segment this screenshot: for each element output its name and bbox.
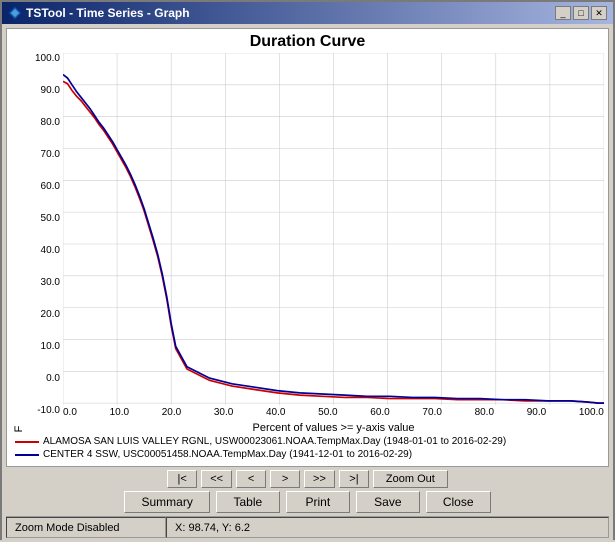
x-tick: 10.0: [110, 407, 129, 421]
x-tick: 70.0: [422, 407, 441, 421]
x-tick: 60.0: [370, 407, 389, 421]
legend-item-2: CENTER 4 SSW, USC00051458.NOAA.TempMax.D…: [15, 449, 600, 460]
y-tick: 40.0: [25, 245, 60, 256]
x-tick: 0.0: [63, 407, 77, 421]
content-area: Duration Curve F 100.0 90.0 80.0 70.0 60.0 50…: [2, 24, 613, 542]
y-tick: -10.0: [25, 405, 60, 416]
y-tick: 60.0: [25, 181, 60, 192]
y-tick: 30.0: [25, 277, 60, 288]
y-tick: 50.0: [25, 213, 60, 224]
title-bar-buttons: _ □ ✕: [555, 6, 607, 20]
maximize-button[interactable]: □: [573, 6, 589, 20]
chart-svg: [63, 53, 604, 405]
y-tick: 90.0: [25, 85, 60, 96]
y-tick: 80.0: [25, 117, 60, 128]
x-tick: 50.0: [318, 407, 337, 421]
close-window-button[interactable]: ✕: [591, 6, 607, 20]
legend-text-2: CENTER 4 SSW, USC00051458.NOAA.TempMax.D…: [43, 449, 412, 460]
action-row: Summary Table Print Save Close: [6, 491, 609, 513]
legend-line-red: [15, 441, 39, 443]
y-tick: 100.0: [25, 53, 60, 64]
status-bar: Zoom Mode Disabled X: 98.74, Y: 6.2: [6, 516, 609, 538]
x-axis-label: Percent of values >= y-axis value: [63, 422, 604, 434]
y-axis-label: F: [11, 53, 25, 434]
legend-text-1: ALAMOSA SAN LUIS VALLEY RGNL, USW0002306…: [43, 436, 506, 447]
x-tick: 20.0: [162, 407, 181, 421]
y-tick: 0.0: [25, 373, 60, 384]
x-tick: 30.0: [214, 407, 233, 421]
legend-item-1: ALAMOSA SAN LUIS VALLEY RGNL, USW0002306…: [15, 436, 600, 447]
graph-svg: [63, 53, 604, 405]
nav-first-button[interactable]: |<: [167, 470, 197, 488]
nav-prev-button[interactable]: <: [236, 470, 266, 488]
summary-button[interactable]: Summary: [124, 491, 209, 513]
y-axis-ticks: 100.0 90.0 80.0 70.0 60.0 50.0 40.0 30.0 20.0 10.…: [25, 53, 63, 434]
x-tick: 100.0: [579, 407, 604, 421]
y-tick: 70.0: [25, 149, 60, 160]
x-tick: 90.0: [527, 407, 546, 421]
chart-container: Duration Curve F 100.0 90.0 80.0 70.0 60.0 50…: [6, 28, 609, 467]
nav-row: |< << < > >> >| Zoom Out: [6, 470, 609, 488]
window-title: TSTool - Time Series - Graph: [26, 6, 190, 20]
x-axis-ticks: 0.0 10.0 20.0 30.0 40.0 50.0 60.0 70.0 80.0 90.0 1…: [63, 405, 604, 421]
legend-area: ALAMOSA SAN LUIS VALLEY RGNL, USW0002306…: [11, 434, 604, 462]
graph-and-xaxis: 0.0 10.0 20.0 30.0 40.0 50.0 60.0 70.0 80.0 90.0 1…: [63, 53, 604, 434]
save-button[interactable]: Save: [356, 491, 420, 513]
app-icon: [8, 6, 22, 20]
minimize-button[interactable]: _: [555, 6, 571, 20]
x-tick: 80.0: [475, 407, 494, 421]
nav-prev-many-button[interactable]: <<: [201, 470, 232, 488]
print-button[interactable]: Print: [286, 491, 350, 513]
main-window: TSTool - Time Series - Graph _ □ ✕ Durat…: [0, 0, 615, 540]
y-tick: 20.0: [25, 309, 60, 320]
y-tick: 10.0: [25, 341, 60, 352]
status-mode: Zoom Mode Disabled: [6, 517, 166, 538]
table-button[interactable]: Table: [216, 491, 280, 513]
nav-next-many-button[interactable]: >>: [304, 470, 335, 488]
chart-title: Duration Curve: [11, 33, 604, 51]
x-tick: 40.0: [266, 407, 285, 421]
title-bar-left: TSTool - Time Series - Graph: [8, 6, 190, 20]
legend-line-blue: [15, 454, 39, 456]
chart-area: F 100.090.080.070.060.050.040.030.020.01…: [11, 53, 604, 434]
zoom-out-button[interactable]: Zoom Out: [373, 470, 448, 488]
nav-last-button[interactable]: >|: [339, 470, 369, 488]
nav-next-button[interactable]: >: [270, 470, 300, 488]
status-coords: X: 98.74, Y: 6.2: [166, 517, 609, 538]
close-button[interactable]: Close: [426, 491, 491, 513]
title-bar: TSTool - Time Series - Graph _ □ ✕: [2, 2, 613, 24]
